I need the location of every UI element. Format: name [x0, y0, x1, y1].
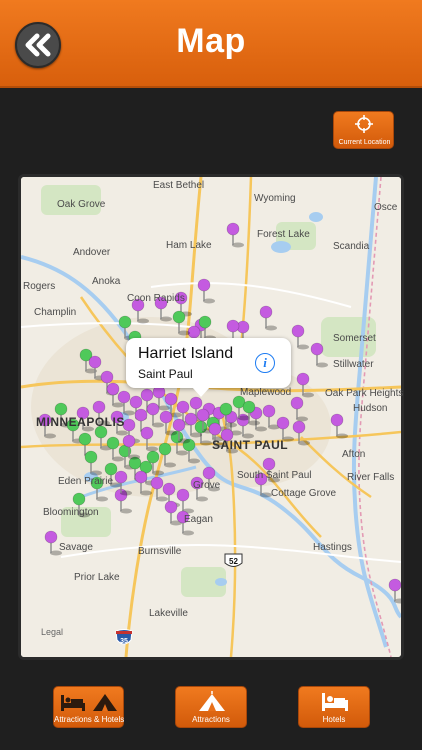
attractions-button[interactable]: Attractions — [175, 686, 247, 728]
map-label-burnsville: Burnsville — [138, 546, 182, 557]
attraction-map-pin[interactable] — [259, 305, 277, 331]
tent-icon — [199, 691, 225, 711]
map-label-ham-lake: Ham Lake — [166, 240, 212, 251]
attraction-map-pin[interactable] — [292, 420, 310, 446]
attractions-and-hotels-label: Attractions & Hotels — [54, 715, 125, 724]
crosshair-icon — [355, 115, 373, 133]
current-location-label: Current Location — [338, 139, 391, 146]
map-label-osce: Osce — [374, 202, 398, 213]
map-label-forest-lake: Forest Lake — [257, 229, 310, 240]
map-label-south-saint-paul: South Saint Paul — [237, 470, 312, 481]
map-label-scandia: Scandia — [333, 241, 370, 252]
callout-title: Harriet Island — [138, 345, 234, 362]
map-label-bloomington: Bloomington — [43, 507, 99, 518]
attraction-map-pin[interactable] — [290, 396, 308, 422]
map-label-rogers: Rogers — [23, 281, 56, 292]
map-label-oak-park-heights: Oak Park Heights — [325, 388, 404, 399]
map-label-wyoming: Wyoming — [254, 193, 296, 204]
map-label-cottage-grove: Cottage Grove — [271, 488, 337, 499]
map-label-coon-rapids: Coon Rapids — [127, 293, 185, 304]
map-label-oak-grove: Oak Grove — [57, 199, 106, 210]
info-icon[interactable]: i — [255, 353, 275, 373]
attraction-map-pin[interactable] — [291, 324, 309, 350]
map-label-river-falls: River Falls — [347, 472, 395, 483]
attractions-label: Attractions — [192, 715, 230, 724]
attraction-map-pin[interactable] — [197, 278, 215, 304]
map-label-lakeville: Lakeville — [149, 608, 188, 619]
map-label-maplewood: Maplewood — [240, 387, 292, 398]
bed-icon — [322, 693, 348, 711]
attraction-map-pin[interactable] — [226, 222, 244, 248]
header-bar: Map — [0, 0, 422, 88]
bed-and-tent-icon — [61, 694, 117, 711]
hotels-button[interactable]: Hotels — [298, 686, 370, 728]
attraction-map-pin[interactable] — [388, 578, 401, 604]
map-label-somerset: Somerset — [333, 333, 376, 344]
interstate-35-shield: 35 — [115, 629, 133, 645]
map-label-savage: Savage — [59, 542, 93, 553]
map-label-eagan: Eagan — [184, 514, 213, 525]
map-label-andover: Andover — [73, 247, 111, 258]
map-label-stillwater: Stillwater — [333, 359, 374, 370]
map-label-east-bethel: East Bethel — [153, 180, 205, 191]
map-label-hudson: Hudson — [353, 403, 388, 414]
attraction-map-pin[interactable] — [310, 342, 328, 368]
attractions-and-hotels-button[interactable]: Attractions & Hotels — [53, 686, 124, 728]
map-label-grove: Grove — [193, 480, 221, 491]
us-52-number: 52 — [229, 557, 238, 566]
interstate-35-number: 35 — [120, 638, 128, 645]
pin-callout[interactable]: Harriet Island Saint Paul i — [126, 338, 291, 397]
map-label-anoka: Anoka — [92, 276, 121, 287]
map-label-minneapolis: MINNEAPOLIS — [36, 415, 125, 429]
hotel-map-pin[interactable] — [84, 450, 102, 476]
map-label-champlin: Champlin — [34, 307, 77, 318]
map-legal-link[interactable]: Legal — [41, 627, 63, 637]
map-label-afton: Afton — [342, 449, 366, 460]
attraction-map-pin[interactable] — [140, 426, 158, 452]
map-label-saint-paul: SAINT PAUL — [212, 438, 289, 452]
map-label-prior-lake: Prior Lake — [74, 572, 120, 583]
attraction-map-pin[interactable] — [296, 372, 314, 398]
hotel-map-pin[interactable] — [158, 442, 176, 468]
page-title: Map — [176, 22, 246, 60]
hotels-label: Hotels — [322, 715, 346, 724]
map-label-hastings: Hastings — [313, 542, 352, 553]
attraction-map-pin[interactable] — [330, 413, 348, 439]
callout-subtitle: Saint Paul — [138, 367, 193, 381]
map-label-eden-prairie: Eden Prairie — [58, 476, 114, 487]
attraction-map-pin[interactable] — [176, 488, 194, 514]
us-52-shield: 52 — [224, 553, 243, 567]
current-location-button[interactable]: Current Location — [333, 111, 394, 149]
